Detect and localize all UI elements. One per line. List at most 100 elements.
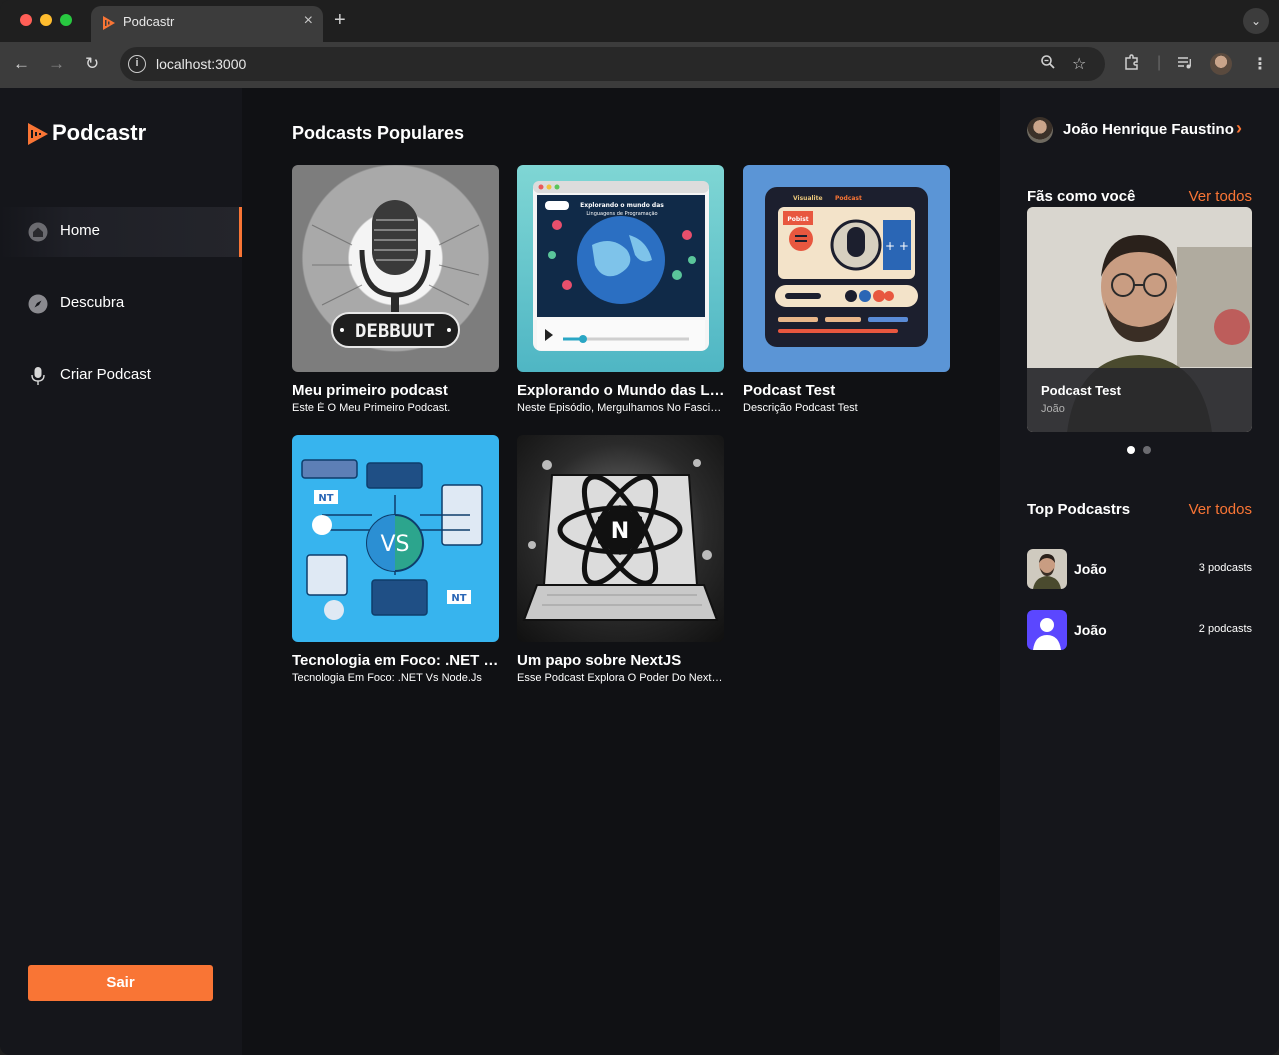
back-icon[interactable]: ←: [13, 54, 30, 74]
podcast-title: Meu primeiro podcast: [292, 382, 448, 399]
tab-strip: Podcastr × + ⌄: [0, 0, 1279, 42]
tab-search-button[interactable]: ⌄: [1243, 8, 1269, 34]
podcast-title: Explorando o Mundo das Linguagens de Pro…: [517, 382, 725, 399]
logout-button[interactable]: Sair: [28, 965, 213, 1001]
user-avatar[interactable]: [1027, 117, 1053, 143]
podcaster-count: 3 podcasts: [1198, 562, 1252, 574]
maximize-window-button[interactable]: [60, 14, 72, 26]
cover-text: Podcast: [835, 195, 862, 202]
carousel-dot[interactable]: [1143, 446, 1151, 454]
podcast-title: Podcast Test: [743, 382, 836, 399]
globe-artwork-icon: Explorando o mundo das Linguagens de Pro…: [533, 181, 709, 351]
fans-heading: Fãs como você: [1027, 188, 1136, 205]
podcast-card[interactable]: Visualite Podcast Pobist + + Podcast Tes…: [743, 165, 951, 414]
podcast-title: Tecnologia em Foco: .NET vs Node.Js: [292, 652, 500, 669]
close-tab-icon[interactable]: ×: [304, 12, 313, 30]
podcast-cover: Explorando o mundo das Linguagens de Pro…: [517, 165, 724, 372]
podcast-title: Um papo sobre NextJS: [517, 652, 682, 669]
podcast-description: Este É O Meu Primeiro Podcast.: [292, 402, 451, 414]
nav-item-descubra[interactable]: Descubra: [0, 279, 242, 329]
main-content: Podcasts Populares DEBBUUT Meu primeiro …: [242, 88, 1000, 1055]
home-icon: [28, 222, 48, 242]
profile-avatar-icon[interactable]: [1210, 53, 1232, 75]
address-bar[interactable]: i localhost:3000 ☆: [120, 47, 1105, 81]
zoom-icon[interactable]: [1040, 54, 1056, 75]
podcaster-avatar: [1027, 549, 1067, 589]
top-podcasters-heading: Top Podcastrs: [1027, 501, 1131, 518]
podcast-cover: VS NT NT: [292, 435, 499, 642]
reload-icon[interactable]: ↻: [85, 54, 99, 74]
nav-label-criar-podcast: Criar Podcast: [60, 366, 151, 383]
podcast-card[interactable]: VS NT NT Tecnologia em Foco: .NET vs Nod…: [292, 435, 500, 684]
forward-icon[interactable]: →: [48, 54, 65, 74]
logo-text: Podcastr: [52, 120, 147, 145]
podcaster-name: João: [1074, 561, 1107, 577]
fan-card-author: João: [1041, 403, 1065, 415]
chevron-right-icon[interactable]: ›: [1236, 118, 1242, 139]
cover-text: VS: [380, 532, 409, 557]
cover-text: Explorando o mundo das: [580, 202, 664, 209]
svg-text:NT: NT: [318, 493, 333, 504]
svg-text:Pobist: Pobist: [787, 216, 808, 223]
browser-window: Podcastr × + ⌄ ← → ↻ i localhost:3000 ☆ …: [0, 0, 1279, 1055]
podcast-card[interactable]: DEBBUUT Meu primeiro podcast Este É O Me…: [292, 165, 500, 414]
cover-text: DEBBUUT: [355, 320, 435, 342]
svg-text:Linguagens de Programação: Linguagens de Programação: [586, 211, 657, 217]
toolbar-divider: |: [1157, 54, 1162, 71]
nav-item-home[interactable]: Home: [0, 207, 242, 257]
bookmark-star-icon[interactable]: ☆: [1072, 54, 1086, 74]
podcast-ui-artwork-icon: Visualite Podcast Pobist + +: [765, 187, 928, 347]
right-sidebar: João Henrique Faustino › Fãs como você V…: [1000, 88, 1279, 1055]
podcast-card[interactable]: Explorando o mundo das Linguagens de Pro…: [517, 165, 725, 414]
svg-text:NT: NT: [451, 593, 466, 604]
user-placeholder-icon: [1033, 618, 1061, 650]
podcaster-avatar: [1027, 610, 1067, 650]
nav-label-descubra: Descubra: [60, 294, 125, 311]
carousel-dot-active[interactable]: [1127, 446, 1135, 454]
podcast-description: Descrição Podcast Test: [743, 402, 858, 414]
user-name[interactable]: João Henrique Faustino: [1063, 121, 1234, 138]
top-podcaster-row[interactable]: João 2 podcasts: [1027, 610, 1252, 650]
fans-view-all-link[interactable]: Ver todos: [1189, 188, 1252, 205]
fan-card-info: Podcast Test João: [1027, 368, 1252, 432]
browser-toolbar: ← → ↻ i localhost:3000 ☆ | ⋮: [0, 42, 1279, 88]
podcastr-favicon-icon: [103, 16, 115, 30]
podcaster-name: João: [1074, 622, 1107, 638]
url-text: localhost:3000: [156, 56, 247, 72]
microphone-artwork-icon: DEBBUUT: [311, 200, 480, 348]
section-title: Podcasts Populares: [292, 123, 465, 143]
compass-icon: [28, 294, 48, 314]
podcastr-app: Podcastr Home Descubra Criar Podcast Sai…: [0, 88, 1279, 1055]
tab-title: Podcastr: [123, 14, 175, 29]
media-control-icon[interactable]: [1176, 54, 1193, 76]
site-info-icon[interactable]: i: [128, 55, 146, 73]
podcast-description: Tecnologia Em Foco: .NET Vs Node.Js: [292, 672, 482, 684]
fan-card-title: Podcast Test: [1041, 383, 1121, 398]
browser-menu-icon[interactable]: ⋮: [1252, 54, 1268, 74]
podcast-cover: DEBBUUT: [292, 165, 499, 372]
dotnet-vs-node-artwork-icon: VS NT NT: [301, 459, 483, 620]
podcast-cover: Visualite Podcast Pobist + +: [743, 165, 950, 372]
nextjs-artwork-icon: N: [522, 459, 719, 621]
podcast-cover: N: [517, 435, 724, 642]
nav-item-criar-podcast[interactable]: Criar Podcast: [0, 351, 242, 401]
close-window-button[interactable]: [20, 14, 32, 26]
left-sidebar: Podcastr Home Descubra Criar Podcast Sai…: [0, 88, 242, 1055]
extensions-icon[interactable]: [1123, 54, 1140, 76]
fan-carousel-card[interactable]: Podcast Test João: [1027, 207, 1252, 432]
podcast-description: Esse Podcast Explora O Poder Do Next.JS: [517, 672, 725, 684]
top-podcaster-row[interactable]: João 3 podcasts: [1027, 549, 1252, 589]
logo-icon: [28, 123, 48, 145]
nav-label-home: Home: [60, 222, 101, 239]
podcast-card[interactable]: N Um papo sobre NextJS Esse Podcast Expl…: [517, 435, 725, 684]
cover-text: N: [611, 519, 629, 544]
new-tab-button[interactable]: +: [334, 9, 346, 32]
podcaster-count: 2 podcasts: [1198, 623, 1252, 635]
svg-text:+ +: + +: [885, 239, 909, 253]
microphone-icon: [31, 367, 45, 385]
top-podcasters-view-all-link[interactable]: Ver todos: [1189, 501, 1252, 518]
svg-text:Visualite: Visualite: [793, 195, 823, 202]
podcast-description: Neste Episódio, Mergulhamos No Fascinant…: [517, 402, 725, 414]
browser-tab[interactable]: Podcastr ×: [91, 6, 323, 42]
minimize-window-button[interactable]: [40, 14, 52, 26]
